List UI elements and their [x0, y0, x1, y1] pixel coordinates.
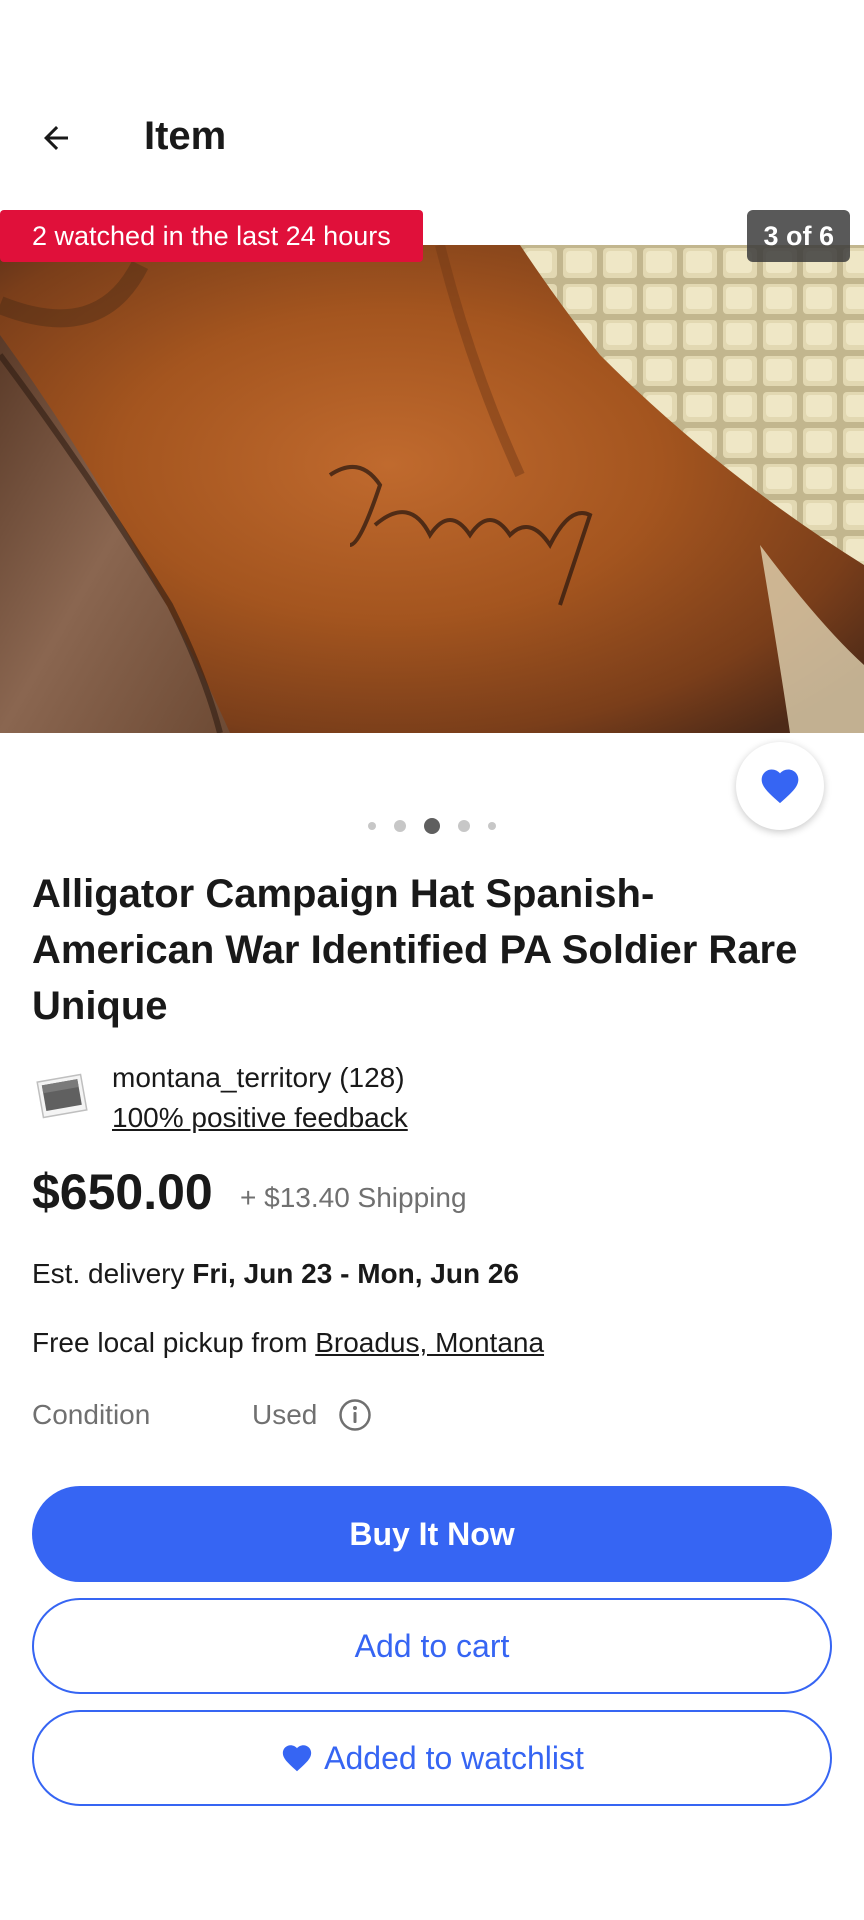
page-dot — [488, 822, 496, 830]
watchlist-button[interactable]: Added to watchlist — [32, 1710, 832, 1806]
page-title: Item — [144, 114, 227, 158]
heart-icon — [761, 769, 799, 804]
pickup-location-link[interactable]: Broadus, Montana — [315, 1327, 544, 1358]
seller-name[interactable]: montana_territory (128) — [112, 1060, 405, 1096]
page-dot — [368, 822, 376, 830]
add-to-cart-button[interactable]: Add to cart — [32, 1598, 832, 1694]
shipping-cost: + $13.40 Shipping — [240, 1182, 467, 1213]
arrow-left-icon — [44, 126, 68, 150]
watch-heart-button[interactable] — [736, 742, 824, 830]
page-dot-active — [424, 818, 440, 834]
image-counter-badge: 3 of 6 — [747, 210, 850, 262]
local-pickup: Free local pickup from Broadus, Montana — [32, 1325, 544, 1361]
pickup-label: Free local pickup from — [32, 1327, 316, 1358]
delivery-dates: Fri, Jun 23 - Mon, Jun 26 — [192, 1258, 519, 1289]
seller-feedback-link[interactable]: 100% positive feedback — [112, 1100, 408, 1136]
item-photo[interactable] — [0, 245, 864, 733]
watched-count-badge: 2 watched in the last 24 hours — [0, 210, 423, 262]
info-icon[interactable] — [338, 1398, 372, 1432]
back-button[interactable] — [30, 112, 82, 164]
gallery-pagination — [0, 816, 864, 836]
page-dot — [458, 820, 470, 832]
heart-icon — [282, 1745, 312, 1772]
condition-label: Condition — [32, 1399, 151, 1430]
condition-value: Used — [252, 1399, 318, 1430]
watchlist-label: Added to watchlist — [324, 1739, 584, 1776]
estimated-delivery: Est. delivery Fri, Jun 23 - Mon, Jun 26 — [32, 1256, 519, 1292]
item-price: $650.00 — [32, 1164, 213, 1220]
item-title: Alligator Campaign Hat Spanish-American … — [32, 872, 798, 1028]
photo-image — [0, 245, 864, 733]
page-dot — [394, 820, 406, 832]
buy-it-now-button[interactable]: Buy It Now — [32, 1486, 832, 1582]
delivery-label: Est. delivery — [32, 1258, 193, 1289]
app-header: Item — [0, 0, 864, 245]
seller-photo-icon[interactable] — [34, 1068, 90, 1124]
